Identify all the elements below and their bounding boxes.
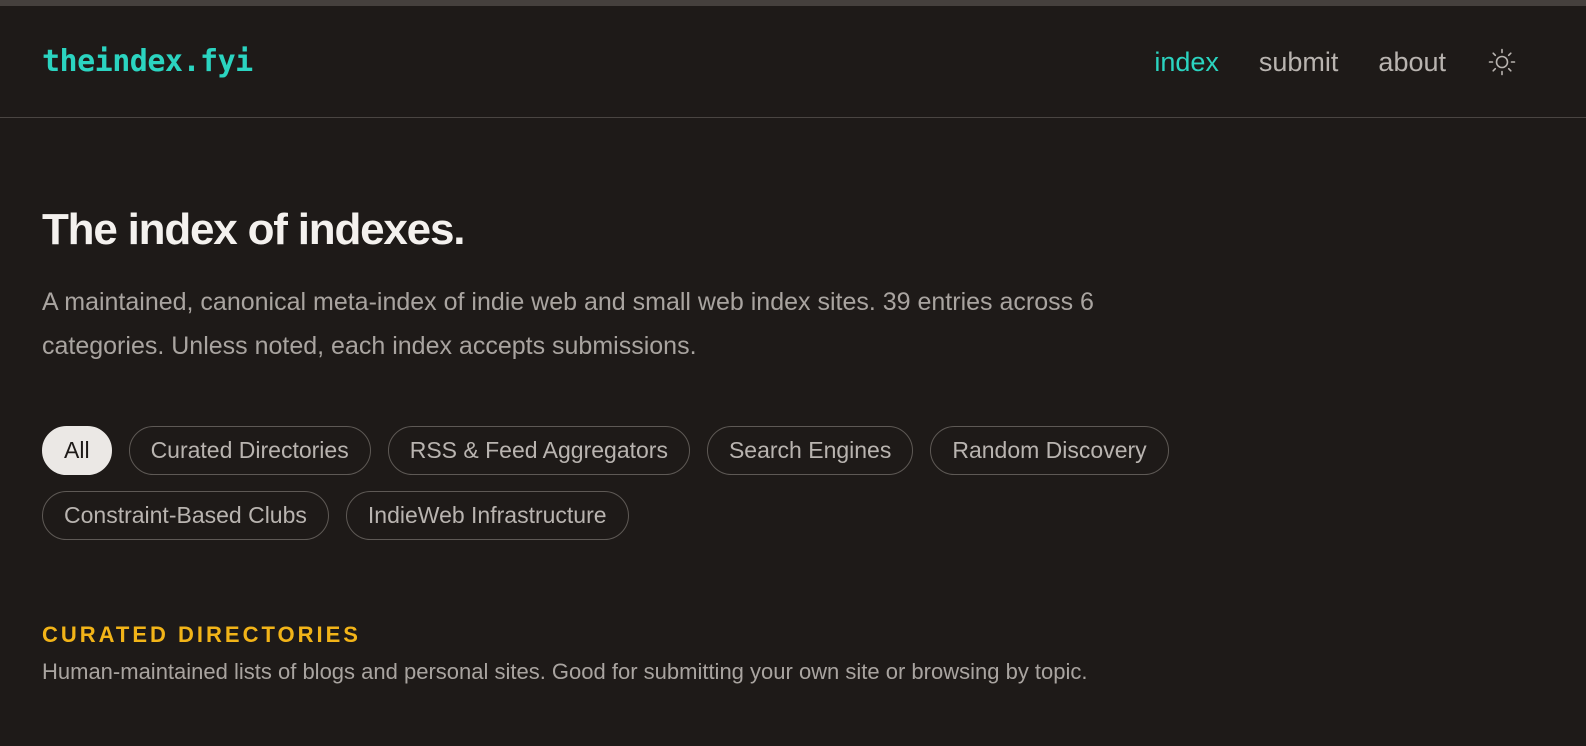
filter-row-2: Constraint-Based Clubs IndieWeb Infrastr… — [42, 491, 1342, 540]
site-logo[interactable]: theindex.fyi — [42, 42, 253, 82]
filter-chip-search-engines[interactable]: Search Engines — [706, 426, 914, 475]
filter-row-1: All Curated Directories RSS & Feed Aggre… — [42, 426, 1342, 475]
site-header: theindex.fyi index submit about — [0, 6, 1586, 118]
filter-chip-constraint-based-clubs[interactable]: Constraint-Based Clubs — [42, 491, 329, 540]
section-heading: CURATED DIRECTORIES — [42, 622, 361, 647]
filter-chip-indieweb-infrastructure[interactable]: IndieWeb Infrastructure — [345, 491, 629, 540]
nav-link-submit[interactable]: submit — [1259, 44, 1339, 80]
page-title: The index of indexes. — [42, 205, 465, 254]
nav-link-about[interactable]: about — [1378, 44, 1446, 80]
filter-chip-curated-directories[interactable]: Curated Directories — [128, 426, 371, 475]
category-filters: All Curated Directories RSS & Feed Aggre… — [42, 426, 1342, 556]
filter-chip-all[interactable]: All — [42, 426, 112, 475]
section-description: Human-maintained lists of blogs and pers… — [42, 659, 1088, 684]
theme-toggle-button[interactable] — [1488, 48, 1516, 76]
nav-link-index[interactable]: index — [1154, 44, 1219, 80]
main-nav: index submit about — [1114, 44, 1516, 80]
filter-chip-rss-feed-aggregators[interactable]: RSS & Feed Aggregators — [387, 426, 690, 475]
page-intro: A maintained, canonical meta-index of in… — [42, 288, 1094, 360]
sun-icon — [1488, 48, 1516, 76]
filter-chip-random-discovery[interactable]: Random Discovery — [930, 426, 1169, 475]
